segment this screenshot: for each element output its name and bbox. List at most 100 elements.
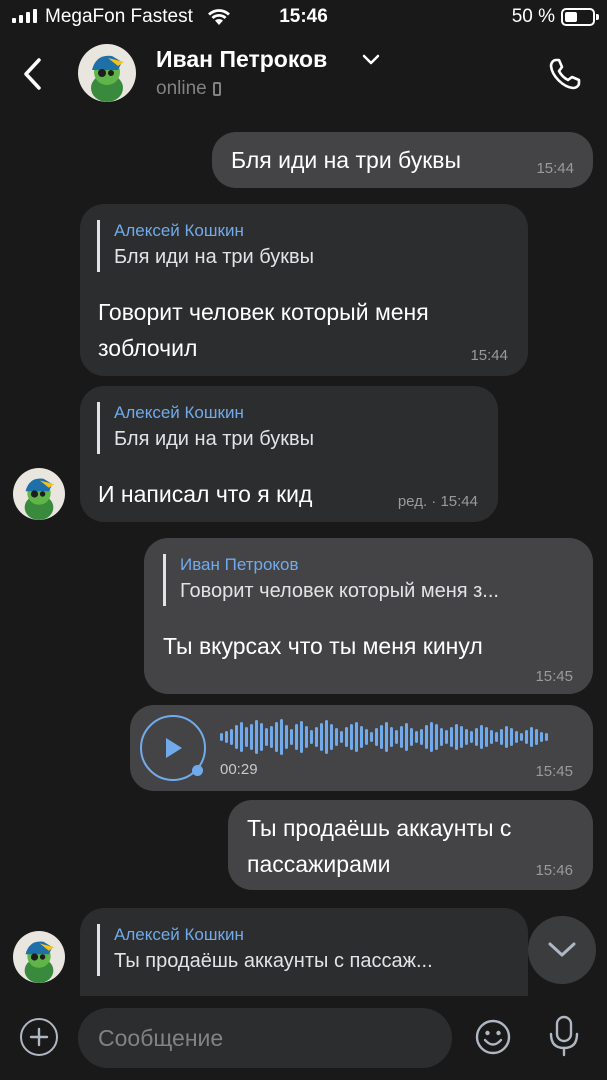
waveform-bar [325, 720, 328, 754]
message-bubble-outgoing[interactable]: Ты продаёшь аккаунты с пассажирами 15:46 [228, 800, 593, 890]
waveform-bar [245, 727, 248, 747]
message-bubble-incoming[interactable]: Алексей Кошкин Бля иди на три буквы Гово… [80, 204, 528, 376]
waveform-bar [225, 731, 228, 743]
contact-name[interactable]: Иван Петроков [156, 46, 327, 73]
waveform-bar [420, 729, 423, 745]
waveform-bar [390, 727, 393, 747]
message-time: 15:45 [535, 668, 573, 685]
waveform-bar [405, 723, 408, 751]
message-time: 15:44 [470, 347, 508, 364]
message-text-line-2: пассажирами [247, 851, 391, 877]
waveform-bar [415, 731, 418, 743]
waveform-bar [440, 728, 443, 746]
waveform-bar [410, 728, 413, 746]
back-icon [24, 58, 41, 90]
waveform-bar [365, 729, 368, 745]
waveform-bar [380, 725, 383, 749]
voice-record-button[interactable] [546, 1014, 582, 1058]
reply-text: Ты продаёшь аккаунты с пассаж... [114, 950, 433, 972]
waveform-bar [315, 727, 318, 747]
reply-author: Иван Петроков [180, 555, 299, 574]
waveform-bar [360, 726, 363, 748]
waveform-bar [260, 723, 263, 751]
waveform-bar [290, 729, 293, 745]
waveform-bar [300, 721, 303, 753]
emoji-button[interactable] [474, 1018, 512, 1056]
battery-percent: 50 % [511, 6, 555, 27]
reply-author: Алексей Кошкин [114, 925, 244, 944]
message-text: И написал что я кид [98, 481, 313, 507]
call-button[interactable] [545, 54, 585, 94]
waveform-bar [450, 727, 453, 747]
reply-quote[interactable]: Иван Петроков Говорит человек который ме… [163, 554, 499, 606]
waveform-bar [385, 722, 388, 752]
status-bar: MegaFon Fastest 15:46 50 % [0, 0, 607, 36]
waveform-bar [370, 732, 373, 742]
chat-header: Иван Петроков online [0, 36, 607, 114]
waveform-bar [310, 730, 313, 744]
waveform-bar [470, 731, 473, 743]
waveform-bar [540, 732, 543, 742]
message-bubble-outgoing[interactable]: Бля иди на три буквы 15:44 [212, 132, 593, 188]
voice-duration: 00:29 [220, 761, 258, 778]
play-icon [166, 738, 182, 758]
waveform-bar [265, 728, 268, 746]
waveform-bar [490, 730, 493, 744]
message-text-line-1: Ты продаёшь аккаунты с [247, 815, 512, 841]
waveform-bar [430, 722, 433, 752]
message-time: 15:44 [536, 160, 574, 177]
waveform-bar [525, 730, 528, 744]
scroll-down-icon [548, 942, 576, 957]
waveform-bar [235, 725, 238, 749]
message-time: ред. · 15:44 [397, 493, 478, 510]
chevron-down-icon[interactable] [362, 54, 380, 66]
message-input[interactable] [78, 1008, 452, 1068]
waveform-bar [485, 727, 488, 747]
reply-quote[interactable]: Алексей Кошкин Бля иди на три буквы [97, 402, 314, 454]
waveform-bar [270, 726, 273, 748]
waveform-bar [455, 724, 458, 750]
message-text: Ты вкурсах что ты меня кинул [163, 633, 483, 659]
message-text-line-1: Говорит человек который меня [98, 299, 429, 325]
waveform-bar [545, 733, 548, 741]
waveform-bar [255, 720, 258, 754]
waveform-bar [230, 729, 233, 745]
avatar[interactable] [78, 44, 136, 102]
waveform-bar [275, 722, 278, 752]
waveform-bar [280, 719, 283, 755]
reply-text: Говорит человек который меня з... [180, 580, 499, 602]
reply-quote[interactable]: Алексей Кошкин Ты продаёшь аккаунты с па… [97, 924, 433, 976]
voice-waveform[interactable] [220, 719, 570, 755]
waveform-bar [460, 726, 463, 748]
reply-author: Алексей Кошкин [114, 221, 244, 240]
waveform-bar [320, 723, 323, 751]
waveform-bar [395, 730, 398, 744]
battery-icon [561, 8, 599, 26]
reply-text: Бля иди на три буквы [114, 428, 315, 450]
avatar[interactable] [13, 468, 65, 520]
waveform-bar [355, 722, 358, 752]
waveform-bar [240, 722, 243, 752]
waveform-bar [505, 726, 508, 748]
waveform-bar [530, 727, 533, 747]
reply-quote[interactable]: Алексей Кошкин Бля иди на три буквы [97, 220, 314, 272]
waveform-bar [480, 725, 483, 749]
waveform-bar [520, 733, 523, 741]
voice-message-bubble[interactable]: 00:29 15:45 [130, 705, 593, 791]
back-button[interactable] [14, 52, 50, 96]
message-bubble-incoming[interactable]: Алексей Кошкин Бля иди на три буквы И на… [80, 386, 498, 522]
presence-status: online [156, 78, 221, 100]
message-bubble-outgoing[interactable]: Иван Петроков Говорит человек который ме… [144, 538, 593, 694]
reply-author: Алексей Кошкин [114, 403, 244, 422]
waveform-bar [250, 724, 253, 750]
plus-icon [29, 1027, 49, 1047]
scroll-down-button[interactable] [528, 916, 596, 984]
waveform-bar [445, 730, 448, 744]
waveform-bar [510, 728, 513, 746]
microphone-icon [549, 1015, 579, 1057]
attach-button[interactable] [20, 1018, 58, 1056]
waveform-bar [515, 731, 518, 743]
presence-label: online [156, 78, 207, 99]
phone-call-icon [549, 58, 581, 90]
avatar[interactable] [13, 931, 65, 983]
